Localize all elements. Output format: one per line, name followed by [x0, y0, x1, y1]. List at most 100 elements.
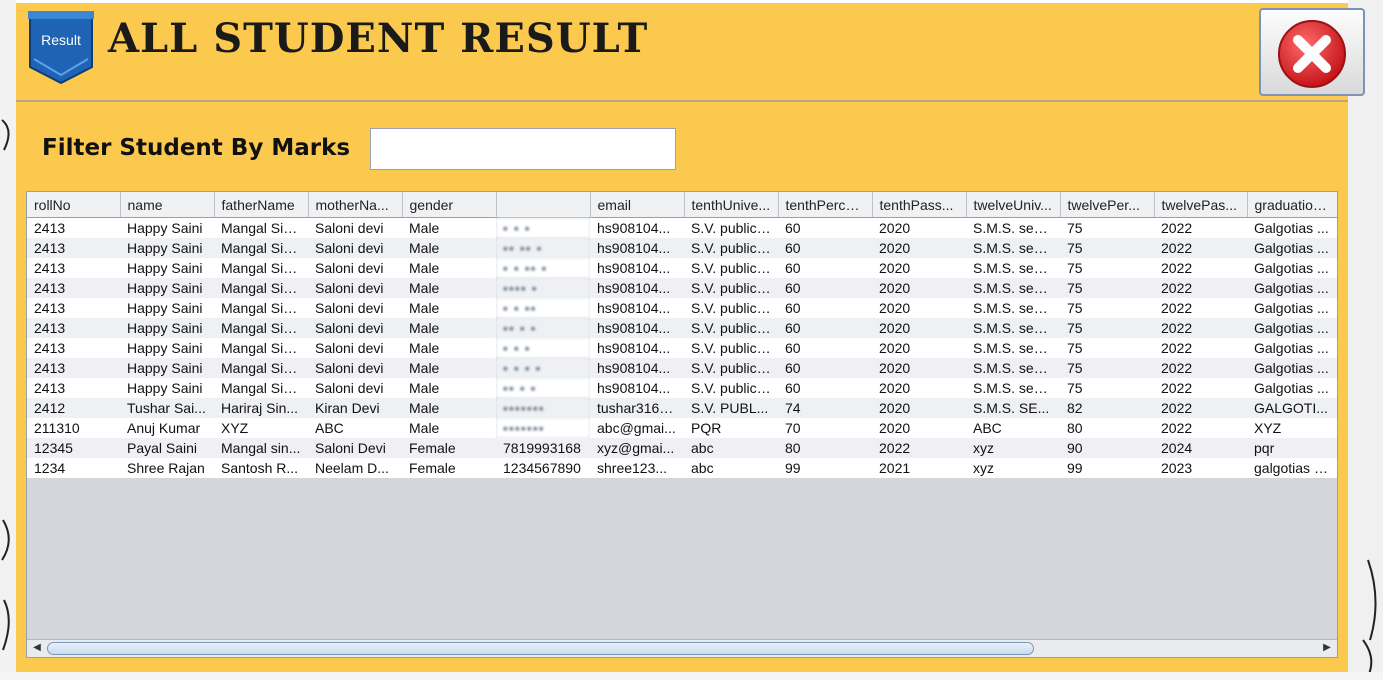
- background-sketch-right: [1348, 0, 1383, 680]
- table-cell: shree123...: [590, 458, 684, 478]
- table-cell: Galgotias ...: [1247, 278, 1337, 298]
- table-cell: galgotias u...: [1247, 458, 1337, 478]
- table-row[interactable]: 2413 Happy Saini Mangal Sin... Saloni devi M…: [27, 217, 1337, 238]
- table-cell: S.M.S. SE...: [966, 398, 1060, 418]
- table-cell: 2022: [872, 438, 966, 458]
- table-cell: 2022: [1154, 298, 1247, 318]
- table-cell: Mangal Sin...: [214, 338, 308, 358]
- student-result-table[interactable]: rollNo name fatherName motherNa... gender ema…: [26, 191, 1338, 658]
- table-cell: ▪ ▪ ▪ ▪: [496, 358, 590, 378]
- column-header[interactable]: [496, 192, 591, 218]
- column-header[interactable]: twelvePas...: [1154, 192, 1248, 218]
- table-row[interactable]: 2413 Happy Saini Mangal Sin... Saloni devi M…: [27, 378, 1337, 398]
- horizontal-scrollbar[interactable]: ◀ ▶: [27, 639, 1337, 657]
- table-cell: Happy Saini: [120, 258, 214, 278]
- table-cell: S.M.S. sen...: [966, 358, 1060, 378]
- table-row[interactable]: 2412 Tushar Sai... Hariraj Sin... Kiran Dev…: [27, 398, 1337, 418]
- table-cell: Happy Saini: [120, 338, 214, 358]
- table-cell: abc@gmai...: [590, 418, 684, 438]
- column-header[interactable]: motherNa...: [308, 192, 403, 218]
- table-row[interactable]: 2413 Happy Saini Mangal Sin... Saloni devi M…: [27, 338, 1337, 358]
- table-cell: 2020: [872, 398, 966, 418]
- table-row[interactable]: 2413 Happy Saini Mangal Sin... Saloni devi M…: [27, 318, 1337, 338]
- table-cell: 75: [1060, 338, 1154, 358]
- column-header[interactable]: rollNo: [27, 192, 121, 218]
- table-cell: 75: [1060, 238, 1154, 258]
- table-row[interactable]: 2413 Happy Saini Mangal Sin... Saloni devi M…: [27, 298, 1337, 318]
- table-cell: 60: [778, 278, 872, 298]
- table-cell: 60: [778, 258, 872, 278]
- table-cell: 75: [1060, 258, 1154, 278]
- table-cell: 1234: [27, 458, 120, 478]
- table-cell: Male: [402, 378, 496, 398]
- table-cell: 2022: [1154, 278, 1247, 298]
- table-cell: Galgotias ...: [1247, 238, 1337, 258]
- table-cell: 75: [1060, 378, 1154, 398]
- table-cell: S.M.S. sen...: [966, 217, 1060, 238]
- table-cell: hs908104...: [590, 217, 684, 238]
- close-button[interactable]: [1259, 8, 1365, 96]
- table-cell: 60: [778, 238, 872, 258]
- table-cell: 2022: [1154, 318, 1247, 338]
- table-cell: 2413: [27, 217, 120, 238]
- column-header[interactable]: tenthPerce...: [778, 192, 873, 218]
- table-cell: ▪▪ ▪ ▪: [496, 318, 590, 338]
- table-cell: pqr: [1247, 438, 1337, 458]
- table-cell: Galgotias ...: [1247, 358, 1337, 378]
- table-cell: S.M.S. sen...: [966, 338, 1060, 358]
- column-header[interactable]: gender: [402, 192, 497, 218]
- table-cell: 2021: [872, 458, 966, 478]
- table-cell: Happy Saini: [120, 278, 214, 298]
- table-cell: Male: [402, 258, 496, 278]
- table-cell: Santosh R...: [214, 458, 308, 478]
- column-header[interactable]: tenthPass...: [872, 192, 967, 218]
- table-row[interactable]: 12345 Payal Saini Mangal sin... Saloni Devi…: [27, 438, 1337, 458]
- table-cell: xyz@gmai...: [590, 438, 684, 458]
- table-cell: Happy Saini: [120, 238, 214, 258]
- table-cell: S.M.S. sen...: [966, 298, 1060, 318]
- table-cell: Male: [402, 278, 496, 298]
- column-header[interactable]: twelveUniv...: [966, 192, 1061, 218]
- table-cell: Saloni devi: [308, 338, 402, 358]
- table-cell: ABC: [966, 418, 1060, 438]
- result-badge-icon: Result: [26, 9, 96, 85]
- table-cell: 2413: [27, 238, 120, 258]
- column-header[interactable]: twelvePer...: [1060, 192, 1155, 218]
- table-cell: Mangal Sin...: [214, 258, 308, 278]
- column-header[interactable]: graduation...: [1247, 192, 1337, 218]
- table-row[interactable]: 1234 Shree Rajan Santosh R... Neelam D... Fe…: [27, 458, 1337, 478]
- scroll-left-arrow-icon[interactable]: ◀: [30, 642, 44, 654]
- table-cell: 2022: [1154, 338, 1247, 358]
- table-cell: tushar3168...: [590, 398, 684, 418]
- table-cell: Shree Rajan: [120, 458, 214, 478]
- table-cell: Saloni devi: [308, 378, 402, 398]
- table-cell: Saloni devi: [308, 298, 402, 318]
- table-cell: Saloni devi: [308, 258, 402, 278]
- table-row[interactable]: 211310 Anuj Kumar XYZ ABC Male ▪▪▪▪▪▪▪ abc@gma…: [27, 418, 1337, 438]
- table-cell: GALGOTI...: [1247, 398, 1337, 418]
- table-cell: 75: [1060, 278, 1154, 298]
- table-cell: 2022: [1154, 378, 1247, 398]
- table-cell: Kiran Devi: [308, 398, 402, 418]
- table-row[interactable]: 2413 Happy Saini Mangal Sin... Saloni devi M…: [27, 238, 1337, 258]
- filter-marks-input[interactable]: [370, 128, 676, 170]
- table-row[interactable]: 2413 Happy Saini Mangal Sin... Saloni devi M…: [27, 258, 1337, 278]
- table-cell: hs908104...: [590, 318, 684, 338]
- page-title: ALL STUDENT RESULT: [108, 15, 649, 62]
- scrollbar-thumb[interactable]: [47, 642, 1034, 655]
- column-header[interactable]: tenthUnive...: [684, 192, 779, 218]
- table-row[interactable]: 2413 Happy Saini Mangal Sin... Saloni devi M…: [27, 278, 1337, 298]
- table-cell: Happy Saini: [120, 298, 214, 318]
- table-cell: 2022: [1154, 358, 1247, 378]
- column-header[interactable]: email: [590, 192, 685, 218]
- table-cell: S.M.S. sen...: [966, 238, 1060, 258]
- table-cell: Male: [402, 318, 496, 338]
- column-header[interactable]: name: [120, 192, 215, 218]
- table-cell: S.V. public ...: [684, 338, 778, 358]
- scroll-right-arrow-icon[interactable]: ▶: [1320, 642, 1334, 654]
- table-row[interactable]: 2413 Happy Saini Mangal Sin... Saloni devi M…: [27, 358, 1337, 378]
- table-cell: Saloni devi: [308, 318, 402, 338]
- table-cell: ▪▪▪▪ ▪: [496, 278, 590, 298]
- column-header[interactable]: fatherName: [214, 192, 309, 218]
- table-cell: 2020: [872, 278, 966, 298]
